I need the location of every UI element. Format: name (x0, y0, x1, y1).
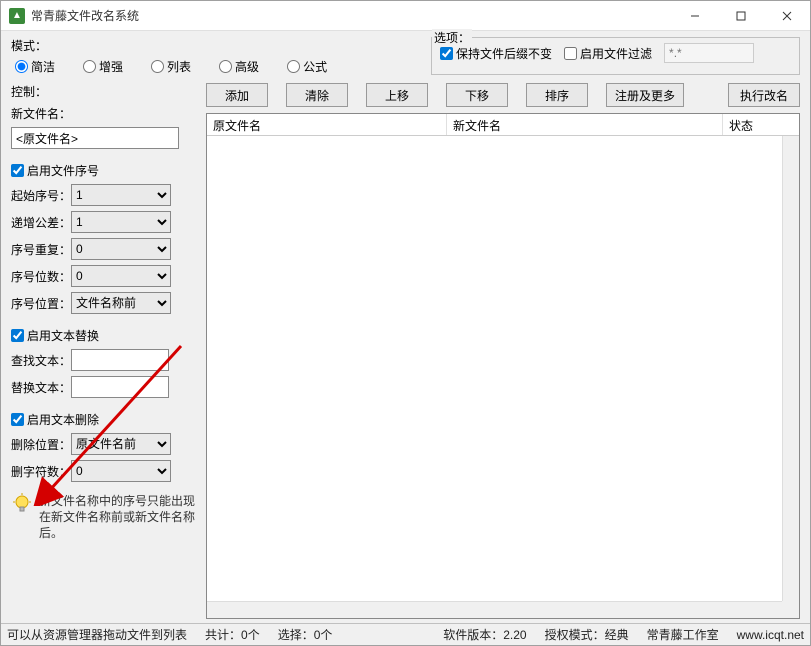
lightbulb-icon (11, 493, 33, 515)
status-version: 软件版本：2.20 (443, 626, 526, 643)
enable-delete-checkbox[interactable]: 启用文本删除 (11, 411, 196, 428)
left-panel: 控制： 新文件名： 启用文件序号 起始序号：1 递增公差：1 序号重复：0 序号… (11, 83, 196, 619)
col-status[interactable]: 状态 (723, 114, 799, 135)
repeat-label: 序号重复： (11, 241, 67, 258)
content-area: 模式： 简洁 增强 列表 高级 公式 选项： 保持文件后缀不变 启用文件过滤 (1, 31, 810, 623)
hint: 新文件名称中的序号只能出现在新文件名称前或新文件名称后。 (11, 493, 196, 542)
col-new[interactable]: 新文件名 (447, 114, 723, 135)
status-url: www.icqt.net (737, 628, 804, 642)
step-select[interactable]: 1 (71, 211, 171, 233)
mode-radio-formula[interactable]: 公式 (287, 58, 327, 75)
status-drag: 可以从资源管理器拖动文件到列表 (7, 626, 187, 643)
delpos-label: 删除位置： (11, 436, 67, 453)
more-button[interactable]: 注册及更多 (606, 83, 684, 107)
mode-radio-enhanced[interactable]: 增强 (83, 58, 123, 75)
start-select[interactable]: 1 (71, 184, 171, 206)
scrollbar-corner (782, 601, 799, 618)
new-name-input[interactable] (11, 127, 179, 149)
hint-text: 新文件名称中的序号只能出现在新文件名称前或新文件名称后。 (39, 493, 196, 542)
delcnt-label: 删字符数： (11, 463, 67, 480)
mode-label: 模式： (11, 37, 411, 54)
keep-ext-checkbox[interactable]: 保持文件后缀不变 (440, 45, 552, 62)
down-button[interactable]: 下移 (446, 83, 508, 107)
digits-label: 序号位数： (11, 268, 67, 285)
mode-radios: 简洁 增强 列表 高级 公式 (11, 58, 411, 75)
options-label: 选项： (432, 29, 472, 46)
step-label: 递增公差： (11, 214, 67, 231)
find-label: 查找文本： (11, 352, 67, 369)
window-title: 常青藤文件改名系统 (31, 7, 672, 24)
replace-input[interactable] (71, 376, 169, 398)
mode-radio-simple[interactable]: 简洁 (15, 58, 55, 75)
titlebar: ▲ 常青藤文件改名系统 (1, 1, 810, 31)
close-button[interactable] (764, 1, 810, 31)
vertical-scrollbar[interactable] (782, 136, 799, 601)
minimize-button[interactable] (672, 1, 718, 31)
right-panel: 添加 清除 上移 下移 排序 注册及更多 执行改名 原文件名 新文件名 状态 (206, 83, 800, 619)
run-button[interactable]: 执行改名 (728, 83, 800, 107)
status-studio: 常青藤工作室 (647, 626, 719, 643)
status-bar: 可以从资源管理器拖动文件到列表 共计：0个 选择：0个 软件版本：2.20 授权… (1, 623, 810, 645)
digits-select[interactable]: 0 (71, 265, 171, 287)
table-body[interactable] (207, 136, 799, 618)
file-table[interactable]: 原文件名 新文件名 状态 (206, 113, 800, 619)
enable-seq-checkbox[interactable]: 启用文件序号 (11, 162, 196, 179)
sort-button[interactable]: 排序 (526, 83, 588, 107)
delcnt-select[interactable]: 0 (71, 460, 171, 482)
col-original[interactable]: 原文件名 (207, 114, 447, 135)
status-select: 选择：0个 (278, 626, 333, 643)
window-controls (672, 1, 810, 31)
status-total: 共计：0个 (205, 626, 260, 643)
delpos-select[interactable]: 原文件名前 (71, 433, 171, 455)
status-license: 授权模式：经典 (545, 626, 629, 643)
enable-filter-checkbox[interactable]: 启用文件过滤 (564, 45, 652, 62)
replace-label: 替换文本： (11, 379, 67, 396)
button-row: 添加 清除 上移 下移 排序 注册及更多 执行改名 (206, 83, 800, 107)
up-button[interactable]: 上移 (366, 83, 428, 107)
pos-select[interactable]: 文件名称前 (71, 292, 171, 314)
enable-replace-checkbox[interactable]: 启用文本替换 (11, 327, 196, 344)
repeat-select[interactable]: 0 (71, 238, 171, 260)
pos-label: 序号位置： (11, 295, 67, 312)
start-label: 起始序号： (11, 187, 67, 204)
add-button[interactable]: 添加 (206, 83, 268, 107)
options-group: 选项： 保持文件后缀不变 启用文件过滤 (431, 37, 800, 75)
find-input[interactable] (71, 349, 169, 371)
new-name-label: 新文件名： (11, 105, 196, 122)
app-icon: ▲ (9, 8, 25, 24)
mode-radio-list[interactable]: 列表 (151, 58, 191, 75)
mode-group: 模式： 简洁 增强 列表 高级 公式 (11, 37, 411, 75)
top-row: 模式： 简洁 增强 列表 高级 公式 选项： 保持文件后缀不变 启用文件过滤 (11, 37, 800, 75)
control-label: 控制： (11, 83, 196, 100)
horizontal-scrollbar[interactable] (207, 601, 782, 618)
main-row: 控制： 新文件名： 启用文件序号 起始序号：1 递增公差：1 序号重复：0 序号… (11, 83, 800, 619)
mode-radio-advanced[interactable]: 高级 (219, 58, 259, 75)
filter-input[interactable] (664, 43, 754, 63)
table-header: 原文件名 新文件名 状态 (207, 114, 799, 136)
app-window: ▲ 常青藤文件改名系统 模式： 简洁 增强 列表 高级 公式 选项： (0, 0, 811, 646)
maximize-button[interactable] (718, 1, 764, 31)
clear-button[interactable]: 清除 (286, 83, 348, 107)
